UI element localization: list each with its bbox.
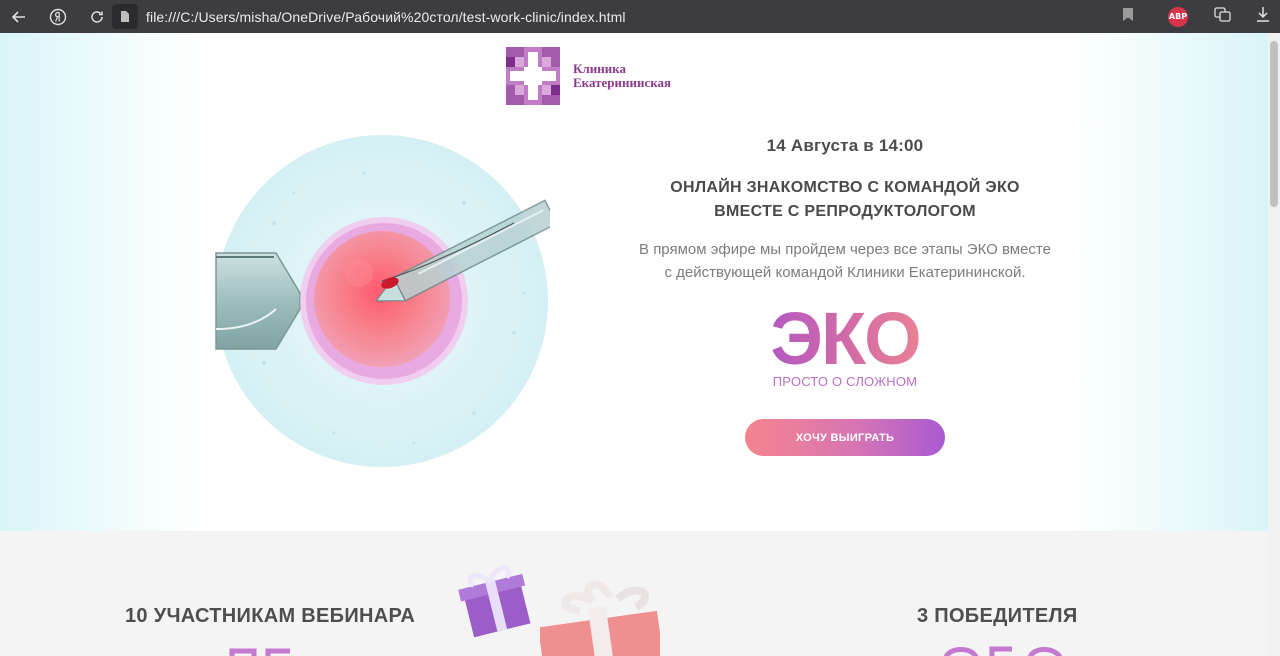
web-page: Клиника Екатерининская 14 Августа в 14:0… bbox=[0, 33, 1268, 656]
cut-off-number-right bbox=[943, 646, 1063, 656]
reload-icon[interactable] bbox=[82, 2, 112, 32]
logo-line1: Клиника bbox=[573, 61, 626, 76]
eko-logo: ЭКО ПРОСТО О СЛОЖНОМ bbox=[600, 297, 1090, 390]
prize-right-title: 3 ПОБЕДИТЕЛЯ bbox=[917, 605, 1078, 627]
event-subtitle: В прямом эфире мы пройдем через все этап… bbox=[600, 238, 1090, 284]
prizes-section: 10 УЧАСТНИКАМ ВЕБИНАРА 3 ПОБЕДИТЕЛЯ bbox=[0, 531, 1268, 656]
back-arrow-icon[interactable] bbox=[4, 2, 34, 32]
eko-tagline: ПРОСТО О СЛОЖНОМ bbox=[772, 374, 918, 389]
yandex-icon[interactable] bbox=[43, 2, 73, 32]
event-headline: ОНЛАЙН ЗНАКОМСТВО С КОМАНДОЙ ЭКО ВМЕСТЕ … bbox=[600, 176, 1090, 224]
ivf-cell-illustration bbox=[215, 135, 550, 467]
adblock-icon[interactable]: ABP bbox=[1168, 6, 1188, 27]
scrollbar-thumb[interactable] bbox=[1270, 41, 1278, 207]
browser-toolbar: file:///C:/Users/misha/OneDrive/Рабочий%… bbox=[0, 0, 1280, 33]
event-info: 14 Августа в 14:00 ОНЛАЙН ЗНАКОМСТВО С К… bbox=[600, 133, 1090, 456]
cross-logo-icon bbox=[506, 47, 560, 105]
eko-word: ЭКО bbox=[770, 297, 921, 380]
headline-line1: ОНЛАЙН ЗНАКОМСТВО С КОМАНДОЙ ЭКО bbox=[670, 179, 1020, 196]
subtitle-line1: В прямом эфире мы пройдем через все этап… bbox=[639, 241, 1051, 258]
win-button[interactable]: ХОЧУ ВЫИГРАТЬ bbox=[745, 419, 945, 456]
event-date: 14 Августа в 14:00 bbox=[766, 136, 924, 155]
download-icon[interactable] bbox=[1256, 6, 1270, 27]
bookmark-icon[interactable] bbox=[1122, 7, 1134, 27]
address-bar[interactable]: file:///C:/Users/misha/OneDrive/Рабочий%… bbox=[112, 4, 626, 29]
file-icon bbox=[112, 4, 138, 29]
url-text[interactable]: file:///C:/Users/misha/OneDrive/Рабочий%… bbox=[146, 9, 626, 25]
logo-text: Клиника Екатерининская bbox=[573, 62, 671, 90]
page-scrollbar[interactable] bbox=[1268, 33, 1280, 656]
subtitle-line2: с действующей командой Клиники Екатерини… bbox=[664, 264, 1026, 281]
cut-off-number-left bbox=[229, 648, 290, 656]
gift-box-icon bbox=[458, 565, 531, 637]
collections-icon[interactable] bbox=[1214, 6, 1232, 27]
logo-line2: Екатерининская bbox=[573, 75, 672, 90]
adblock-label: ABP bbox=[1168, 12, 1188, 21]
headline-line2: ВМЕСТЕ С РЕПРОДУКТОЛОГОМ bbox=[714, 203, 976, 220]
large-gift-icon bbox=[540, 580, 660, 656]
clinic-logo[interactable]: Клиника Екатерининская bbox=[506, 47, 671, 105]
hero-section: Клиника Екатерининская 14 Августа в 14:0… bbox=[0, 33, 1268, 531]
prize-left-title: 10 УЧАСТНИКАМ ВЕБИНАРА bbox=[125, 605, 416, 627]
